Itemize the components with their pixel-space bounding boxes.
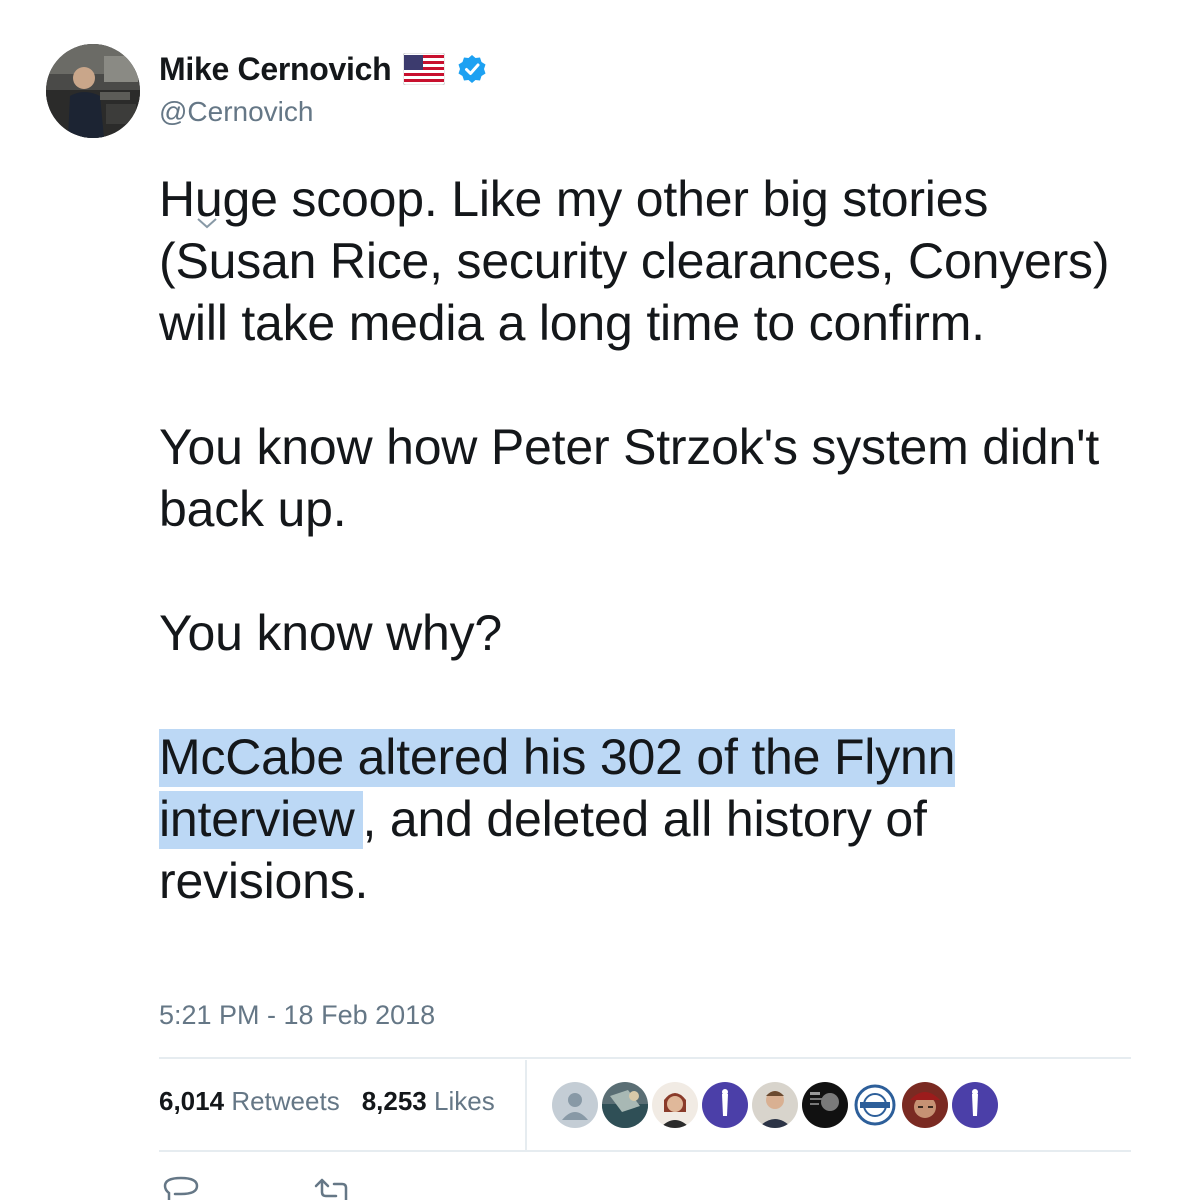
photo-avatar-icon <box>602 1082 648 1128</box>
tweet-timestamp[interactable]: 5:21 PM - 18 Feb 2018 <box>159 1000 435 1031</box>
reply-icon[interactable] <box>163 1175 203 1200</box>
liker-avatar[interactable] <box>752 1082 798 1128</box>
purple-avatar-icon <box>702 1082 748 1128</box>
liker-avatar[interactable] <box>952 1082 998 1128</box>
author-avatar-image <box>46 44 140 138</box>
tweet-paragraph: You know why? <box>159 605 503 661</box>
tweet-card: Mike Cernovich @Cernovich Huge scoop. Li… <box>0 0 1200 1200</box>
liker-avatar[interactable] <box>902 1082 948 1128</box>
author-avatar[interactable] <box>46 44 140 138</box>
liker-avatar[interactable] <box>552 1082 598 1128</box>
stats-separator <box>525 1060 527 1150</box>
tweet-paragraph: Huge scoop. Like my other big stories (S… <box>159 171 1110 351</box>
divider <box>159 1150 1131 1152</box>
retweets-stat[interactable]: 6,014 Retweets <box>159 1086 340 1117</box>
divider <box>159 1057 1131 1059</box>
retweets-count: 6,014 <box>159 1086 225 1116</box>
photo-avatar-icon <box>752 1082 798 1128</box>
likes-stat[interactable]: 8,253 Likes <box>362 1086 495 1117</box>
tweet-paragraph: McCabe altered his 302 of the Flynn inte… <box>159 726 1119 912</box>
retweets-label: Retweets <box>231 1086 340 1116</box>
tweet-paragraph: You know how Peter Strzok's system didn'… <box>159 419 1100 537</box>
liker-avatar[interactable] <box>702 1082 748 1128</box>
tweet-text: Huge scoop. Like my other big stories (S… <box>159 168 1119 912</box>
likes-count: 8,253 <box>361 1086 427 1116</box>
default-profile-icon <box>552 1082 598 1128</box>
black-avatar-icon <box>802 1082 848 1128</box>
author-handle[interactable]: @Cernovich <box>159 96 313 128</box>
liked-by-avatars <box>552 1082 998 1128</box>
retweet-icon[interactable] <box>312 1178 356 1200</box>
author-name-row: Mike Cernovich <box>159 46 487 92</box>
photo-avatar-icon <box>902 1082 948 1128</box>
photo-avatar-icon <box>652 1082 698 1128</box>
likes-label: Likes <box>434 1086 495 1116</box>
us-flag-icon <box>403 53 446 85</box>
liker-avatar[interactable] <box>802 1082 848 1128</box>
liker-avatar[interactable] <box>652 1082 698 1128</box>
author-display-name[interactable]: Mike Cernovich <box>159 51 392 88</box>
tweet-stats: 6,014 Retweets 8,253 Likes <box>159 1086 495 1117</box>
liker-avatar[interactable] <box>602 1082 648 1128</box>
verified-badge-icon <box>458 55 486 83</box>
purple-avatar-icon <box>952 1082 998 1128</box>
logo-avatar-icon <box>852 1082 898 1128</box>
liker-avatar[interactable] <box>852 1082 898 1128</box>
